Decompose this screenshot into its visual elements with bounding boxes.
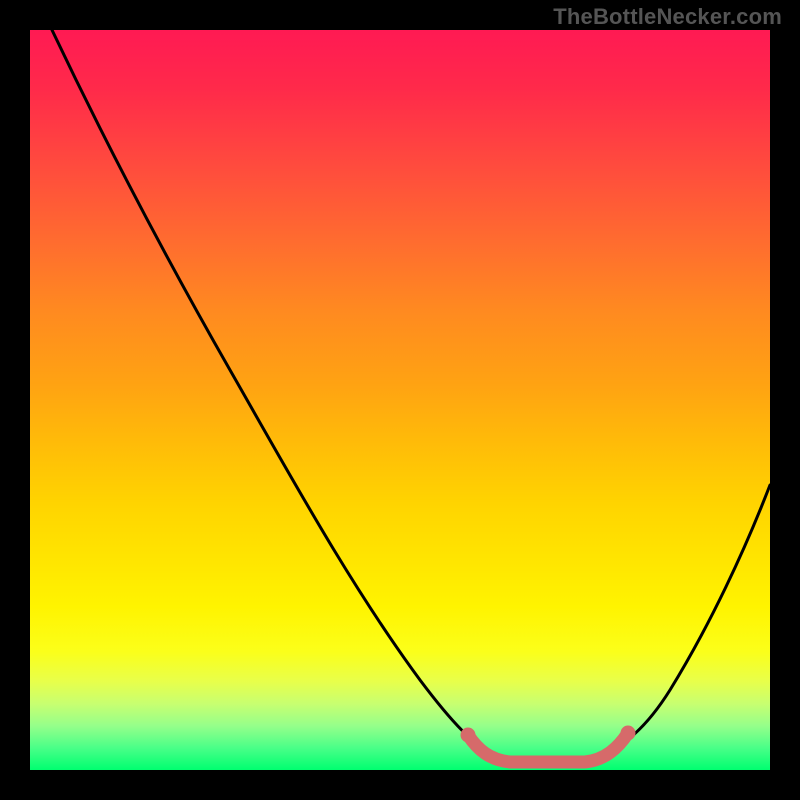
optimal-region-marker: [468, 733, 628, 762]
curve-layer: [30, 30, 770, 770]
plot-area: [30, 30, 770, 770]
optimal-left-cap: [467, 734, 469, 736]
watermark-text: TheBottleNecker.com: [553, 4, 782, 30]
optimal-right-cap: [627, 732, 629, 734]
bottleneck-curve: [52, 30, 770, 760]
chart-container: TheBottleNecker.com: [0, 0, 800, 800]
